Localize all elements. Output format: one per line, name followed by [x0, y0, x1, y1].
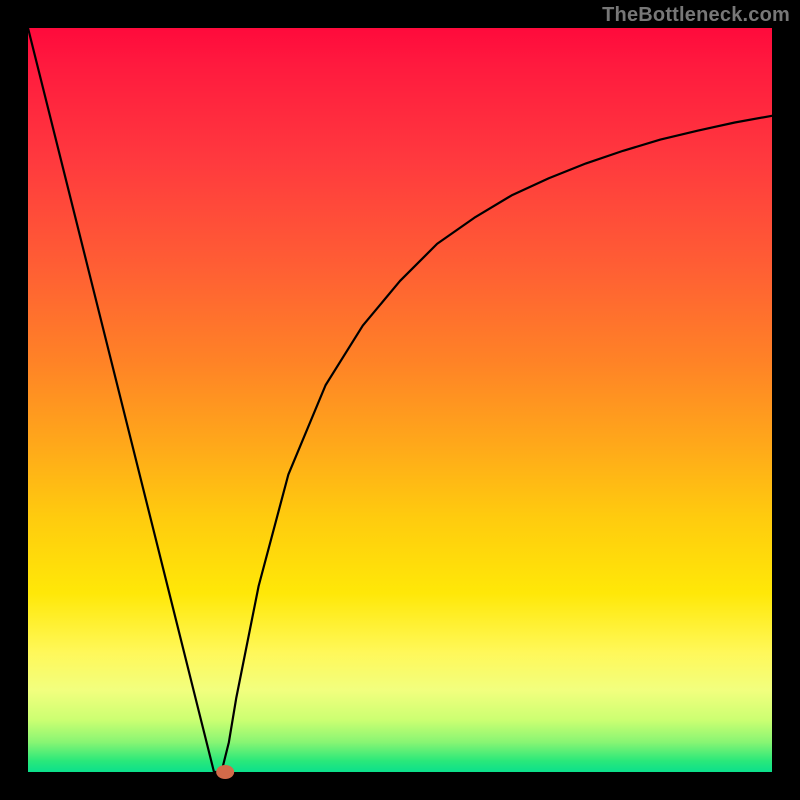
watermark-text: TheBottleneck.com	[602, 4, 790, 27]
bottleneck-curve	[28, 28, 772, 772]
plot-area	[28, 28, 772, 772]
optimal-point-marker	[216, 765, 234, 779]
chart-svg	[28, 28, 772, 772]
chart-frame: TheBottleneck.com	[0, 0, 800, 800]
